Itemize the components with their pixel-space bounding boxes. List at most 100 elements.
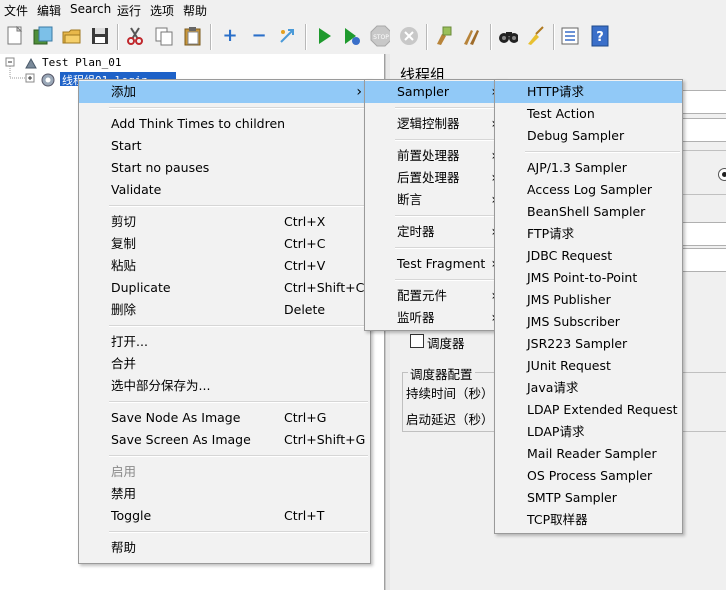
add-menu-item[interactable]: 前置处理器› <box>365 145 505 167</box>
context-menu-item[interactable]: 删除 Delete <box>79 299 370 321</box>
context-menu-item[interactable]: 粘贴 Ctrl+V <box>79 255 370 277</box>
menu-bar: 文件 编辑 Search 运行 选项 帮助 <box>0 0 726 18</box>
context-menu-item[interactable]: 选中部分保存为... <box>79 375 370 397</box>
paste-icon[interactable] <box>183 25 203 47</box>
sampler-menu-item-label: JDBC Request <box>527 248 613 263</box>
collapse-icon[interactable]: − <box>249 25 269 47</box>
context-menu-item[interactable]: 剪切 Ctrl+X <box>79 211 370 233</box>
add-menu-item[interactable]: Test Fragment› <box>365 253 505 275</box>
action-radio[interactable] <box>718 168 726 181</box>
clear-icon[interactable] <box>434 25 454 47</box>
clear-all-icon[interactable] <box>462 25 482 47</box>
search-icon[interactable] <box>498 25 518 47</box>
add-menu-item-label: 逻辑控制器 <box>397 116 460 131</box>
menu-search[interactable]: Search <box>70 2 111 16</box>
context-menu-item[interactable]: 打开... <box>79 331 370 353</box>
menu-options[interactable]: 选项 <box>150 2 174 19</box>
context-menu: 添加 › Add Think Times to children Start Start… <box>78 79 371 564</box>
stop-icon[interactable]: STOP <box>370 25 390 47</box>
reset-search-icon[interactable] <box>526 25 546 47</box>
sampler-menu-item[interactable]: FTP请求 <box>495 223 682 245</box>
sampler-menu-item[interactable]: LDAP请求 <box>495 421 682 443</box>
scheduler-group-title: 调度器配置 <box>408 364 475 383</box>
shortcut-label: Ctrl+G <box>284 410 327 425</box>
context-menu-item[interactable]: Toggle Ctrl+T <box>79 505 370 527</box>
sampler-menu-item[interactable]: OS Process Sampler <box>495 465 682 487</box>
context-menu-item-label: 选中部分保存为... <box>111 378 211 393</box>
tree-root-label[interactable]: Test Plan_01 <box>42 56 121 69</box>
help-icon[interactable]: ? <box>590 25 610 47</box>
context-menu-item[interactable]: 添加 › <box>79 81 370 103</box>
sampler-menu-item[interactable]: Java请求 <box>495 377 682 399</box>
toggle-icon[interactable] <box>278 25 298 47</box>
open-icon[interactable] <box>62 25 82 47</box>
menu-run[interactable]: 运行 <box>117 2 141 19</box>
context-menu-item[interactable]: Save Node As Image Ctrl+G <box>79 407 370 429</box>
sampler-menu-item[interactable]: TCP取样器 <box>495 509 682 531</box>
add-menu-item[interactable]: 逻辑控制器› <box>365 113 505 135</box>
context-menu-item-label: 打开... <box>111 334 148 349</box>
menu-edit[interactable]: 编辑 <box>37 2 61 19</box>
sampler-menu-item-label: HTTP请求 <box>527 84 584 99</box>
save-icon[interactable] <box>90 25 110 47</box>
sampler-menu-item[interactable]: JMS Publisher <box>495 289 682 311</box>
sampler-menu-item[interactable]: HTTP请求 <box>495 81 682 103</box>
context-menu-item[interactable]: 帮助 <box>79 537 370 559</box>
add-menu-item-label: 配置元件 <box>397 288 448 303</box>
test-plan-icon <box>25 57 37 69</box>
shortcut-label: Ctrl+Shift+C <box>284 280 365 295</box>
add-menu-item-label: 监听器 <box>397 310 435 325</box>
cut-icon[interactable] <box>125 25 145 47</box>
sampler-menu-item[interactable]: JMS Point-to-Point <box>495 267 682 289</box>
context-menu-item[interactable]: Validate <box>79 179 370 201</box>
context-menu-item[interactable]: Start <box>79 135 370 157</box>
start-icon[interactable] <box>314 25 334 47</box>
menu-file[interactable]: 文件 <box>4 2 28 19</box>
sampler-menu-item[interactable]: Access Log Sampler <box>495 179 682 201</box>
start-no-pause-icon[interactable] <box>342 25 362 47</box>
context-menu-item[interactable]: 启用 <box>79 461 370 483</box>
add-menu-item[interactable]: 配置元件› <box>365 285 505 307</box>
shortcut-label: Ctrl+X <box>284 214 326 229</box>
sampler-menu-item[interactable]: Mail Reader Sampler <box>495 443 682 465</box>
sampler-menu-item[interactable]: JMS Subscriber <box>495 311 682 333</box>
expand-icon[interactable]: + <box>220 25 240 47</box>
sampler-menu-item[interactable]: JDBC Request <box>495 245 682 267</box>
context-menu-item[interactable]: Duplicate Ctrl+Shift+C <box>79 277 370 299</box>
templates-icon[interactable] <box>33 25 53 47</box>
sampler-menu-item[interactable]: JUnit Request <box>495 355 682 377</box>
context-menu-item[interactable]: 合并 <box>79 353 370 375</box>
sampler-menu-item[interactable]: JSR223 Sampler <box>495 333 682 355</box>
sampler-menu-item[interactable]: BeanShell Sampler <box>495 201 682 223</box>
scheduler-checkbox[interactable] <box>410 334 424 348</box>
sampler-menu-item[interactable]: Test Action <box>495 103 682 125</box>
sampler-menu-item[interactable]: Debug Sampler <box>495 125 682 147</box>
context-menu-item[interactable]: Start no pauses <box>79 157 370 179</box>
sampler-menu-item[interactable]: SMTP Sampler <box>495 487 682 509</box>
sampler-menu-item-label: OS Process Sampler <box>527 468 653 483</box>
sampler-menu-item-label: JSR223 Sampler <box>527 336 628 351</box>
new-icon[interactable] <box>5 25 25 47</box>
context-menu-item[interactable]: Save Screen As Image Ctrl+Shift+G <box>79 429 370 451</box>
sampler-menu-item[interactable]: AJP/1.3 Sampler <box>495 157 682 179</box>
context-menu-item[interactable]: 复制 Ctrl+C <box>79 233 370 255</box>
context-menu-item-label: 复制 <box>111 236 137 251</box>
add-menu-item[interactable]: 定时器› <box>365 221 505 243</box>
shutdown-icon[interactable] <box>399 25 419 47</box>
context-menu-item[interactable]: Add Think Times to children <box>79 113 370 135</box>
toolbar: + − STOP ? <box>0 18 726 55</box>
context-menu-item[interactable]: 禁用 <box>79 483 370 505</box>
copy-icon[interactable] <box>154 25 174 47</box>
sampler-menu-item[interactable]: LDAP Extended Request <box>495 399 682 421</box>
menu-separator <box>109 401 368 403</box>
menu-help[interactable]: 帮助 <box>183 2 207 19</box>
add-menu-item[interactable]: 断言› <box>365 189 505 211</box>
add-menu-item[interactable]: Sampler› <box>365 81 505 103</box>
menu-separator <box>109 455 368 457</box>
add-menu-item[interactable]: 后置处理器› <box>365 167 505 189</box>
sampler-menu-item-label: LDAP Extended Request <box>527 402 678 417</box>
function-helper-icon[interactable] <box>560 25 580 47</box>
add-menu-item[interactable]: 监听器› <box>365 307 505 329</box>
thread-group-gear-icon <box>41 73 55 87</box>
sampler-menu-item-label: Access Log Sampler <box>527 182 653 197</box>
